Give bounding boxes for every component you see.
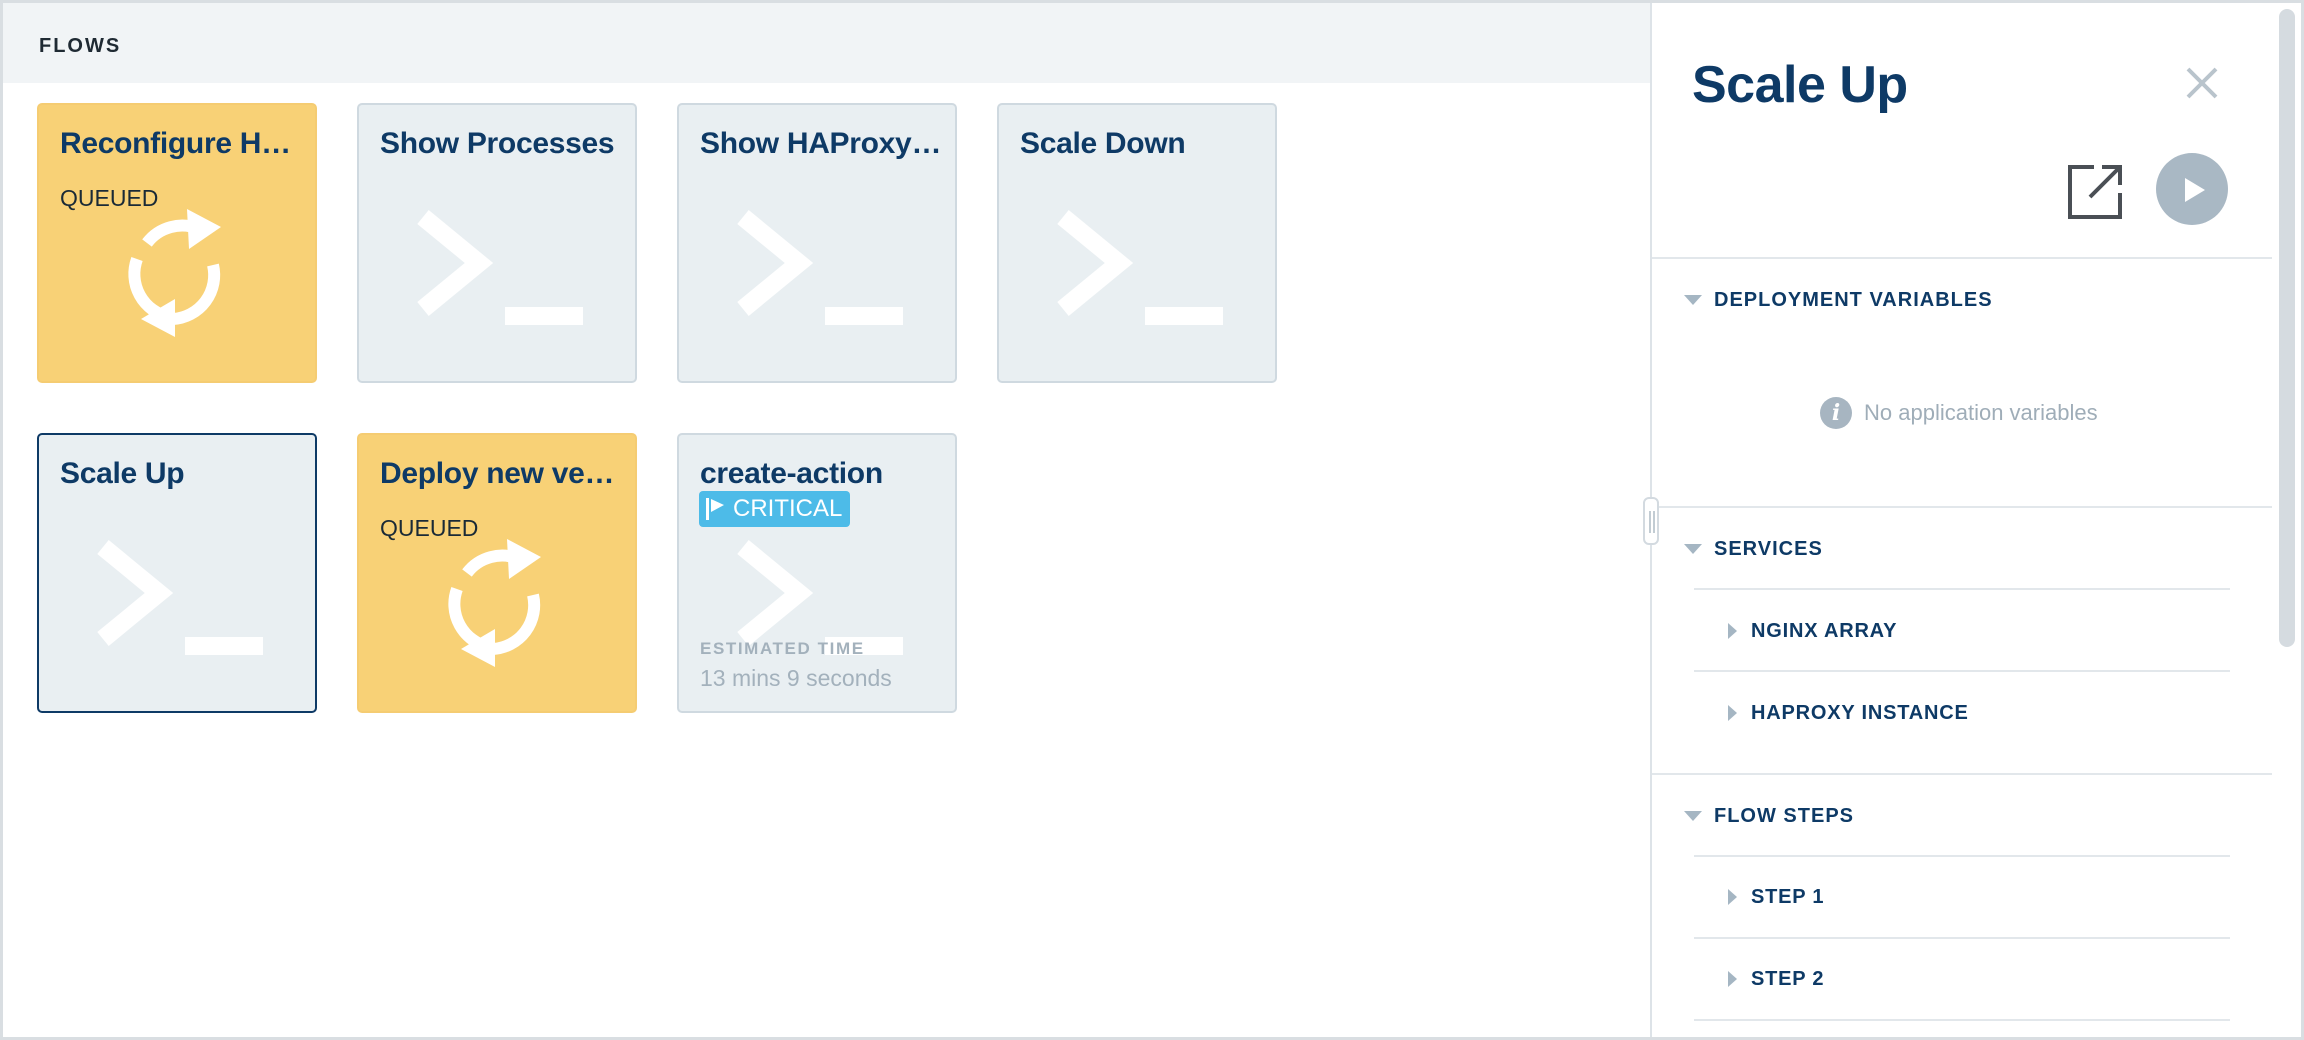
section-label: DEPLOYMENT VARIABLES [1714,288,1993,311]
flows-area: FLOWS Reconfigure HAProxy QUEUED Show Pr… [3,3,1650,1037]
section-services[interactable]: SERVICES [1684,534,1823,564]
item-divider [1694,855,2230,857]
refresh-icon [448,539,541,667]
item-divider [1694,937,2230,939]
terminal-icon [417,210,583,325]
section-divider [1652,257,2272,259]
expand-caret-icon [1728,623,1737,639]
flow-card-create-action[interactable]: create-action CRITICAL ESTIMATED TIME 13… [677,433,957,713]
flow-step-item-1[interactable]: STEP 1 [1728,883,1824,911]
terminal-icon [1057,210,1223,325]
flow-card-title: create-action [700,457,883,490]
service-item-haproxy-instance[interactable]: HAPROXY INSTANCE [1728,699,1969,727]
estimated-time-label: ESTIMATED TIME [700,639,865,658]
critical-badge-label: CRITICAL [733,495,843,522]
collapse-caret-icon [1684,295,1702,305]
flow-card-title: Reconfigure HAProxy [60,127,305,160]
flag-icon [706,498,724,520]
section-label: SERVICES [1714,537,1823,560]
expand-caret-icon [1728,705,1737,721]
section-flow-steps[interactable]: FLOW STEPS [1684,801,1854,831]
estimated-time-value: 13 mins 9 seconds [700,665,892,691]
flow-card-scale-up[interactable]: Scale Up [37,433,317,713]
expand-caret-icon [1728,889,1737,905]
collapse-caret-icon [1684,544,1702,554]
collapse-caret-icon [1684,811,1702,821]
empty-variables-text: No application variables [1864,400,2098,425]
expand-caret-icon [1728,971,1737,987]
refresh-icon [128,209,221,337]
run-flow-button[interactable] [2156,153,2228,225]
app-window: FLOWS Reconfigure HAProxy QUEUED Show Pr… [0,0,2304,1040]
flows-title: FLOWS [39,35,122,57]
flows-header: FLOWS [3,3,1650,83]
flow-card-scale-down[interactable]: Scale Down [997,103,1277,383]
info-icon: i [1820,397,1852,429]
flow-card-title: Show HAProxy Config [700,127,945,160]
section-label: FLOW STEPS [1714,804,1854,827]
service-item-nginx-array[interactable]: NGINX ARRAY [1728,617,1897,645]
flow-card-title: Scale Up [60,457,185,490]
item-divider [1694,588,2230,590]
terminal-icon [737,210,903,325]
panel-title: Scale Up [1692,56,1908,114]
empty-variables-note: i No application variables [1820,395,2098,431]
item-divider [1694,1019,2230,1021]
terminal-icon [97,540,263,655]
section-deployment-variables[interactable]: DEPLOYMENT VARIABLES [1684,285,1993,315]
service-item-label: NGINX ARRAY [1751,619,1898,642]
flow-card-title: Show Processes [380,127,615,160]
section-divider [1652,506,2272,508]
flow-step-item-2[interactable]: STEP 2 [1728,965,1824,993]
flow-card-reconfigure-haproxy[interactable]: Reconfigure HAProxy QUEUED [37,103,317,383]
flow-detail-panel: Scale Up DEPLOYMENT VARIABLES i No appli… [1650,3,2301,1037]
panel-scrollbar[interactable] [2279,9,2295,647]
close-icon[interactable] [2180,61,2224,105]
flow-card-show-haproxy-config[interactable]: Show HAProxy Config [677,103,957,383]
flow-card-show-processes[interactable]: Show Processes [357,103,637,383]
flow-card-title: Scale Down [1020,127,1186,160]
service-item-label: HAPROXY INSTANCE [1751,701,1969,724]
flow-step-label: STEP 1 [1751,885,1825,908]
item-divider [1694,670,2230,672]
play-icon [2185,178,2205,202]
critical-badge: CRITICAL [699,491,851,527]
flow-card-deploy-new-version[interactable]: Deploy new version QUEUED [357,433,637,713]
flow-step-label: STEP 2 [1751,967,1825,990]
flow-card-title: Deploy new version [380,457,625,490]
panel-resize-handle[interactable] [1643,497,1659,545]
section-divider [1652,773,2272,775]
open-external-icon[interactable] [2066,161,2126,221]
